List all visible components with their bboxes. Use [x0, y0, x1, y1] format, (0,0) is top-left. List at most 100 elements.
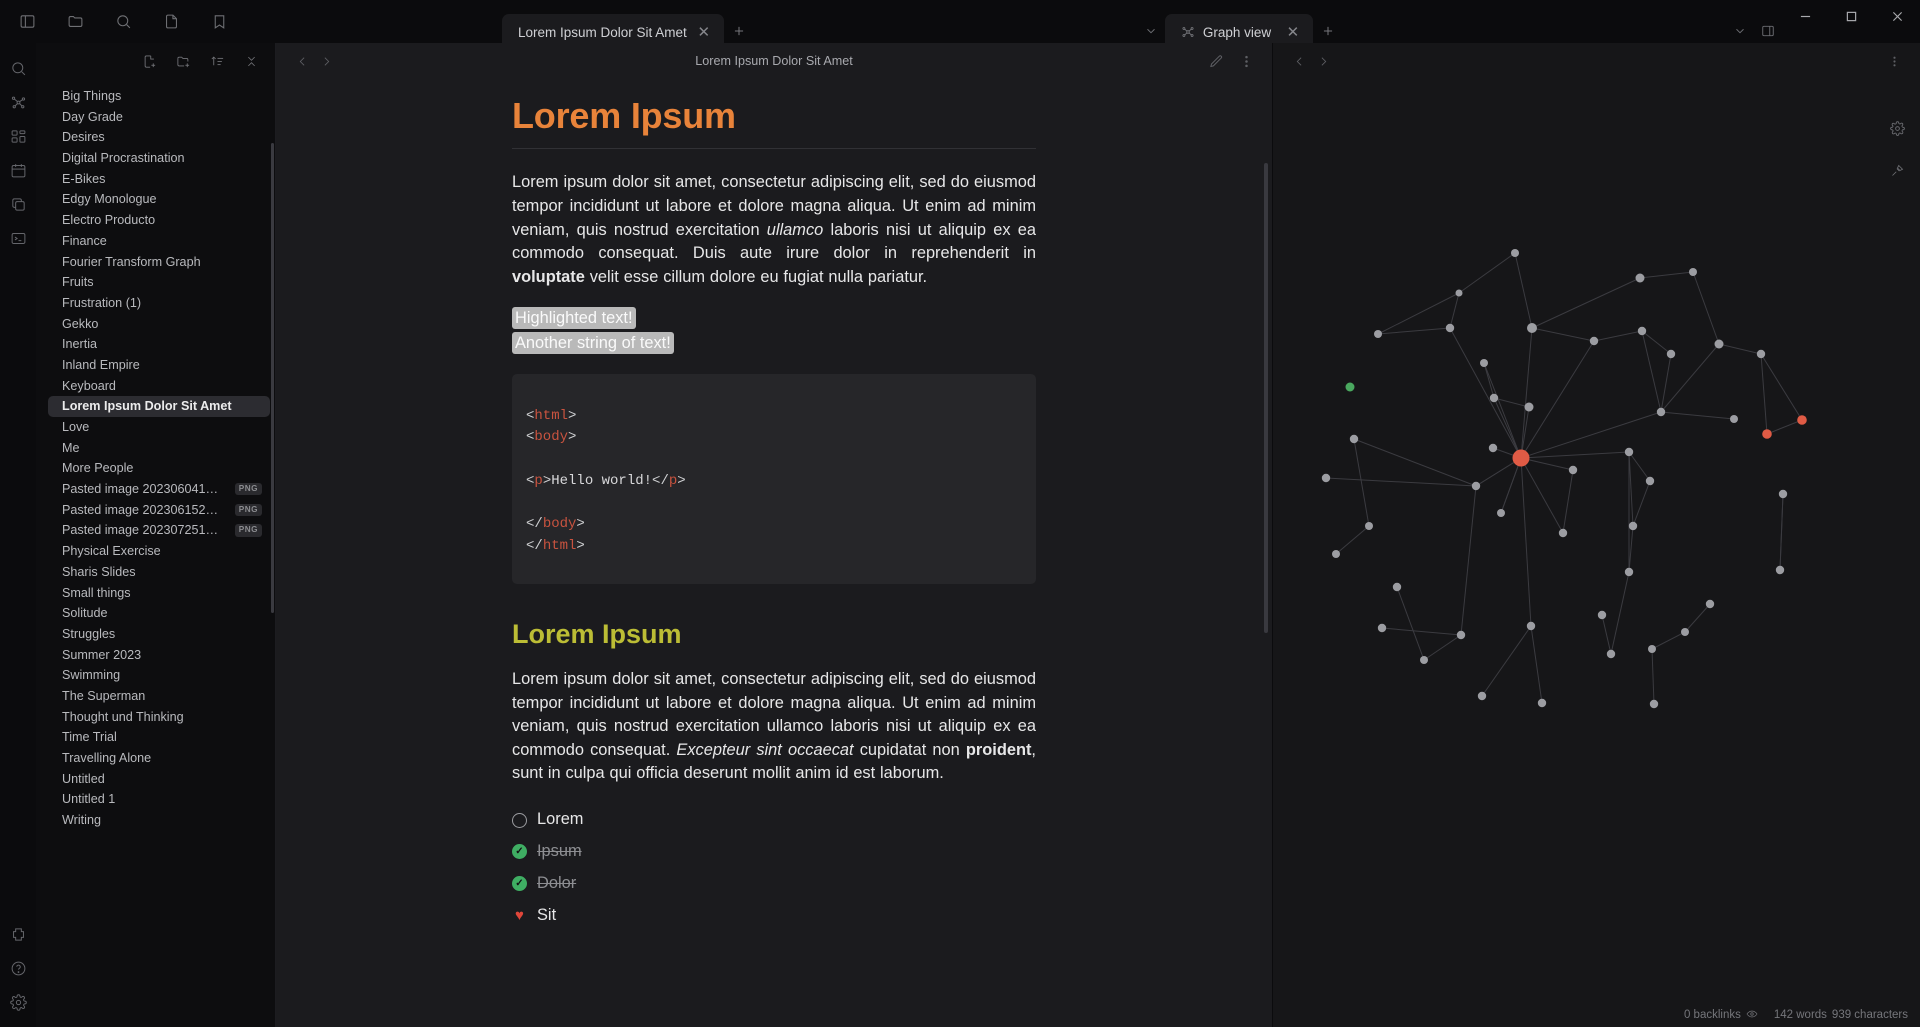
graph-node[interactable]: [1646, 477, 1654, 485]
search-icon[interactable]: [3, 53, 33, 83]
file-list-item[interactable]: Small things: [48, 582, 270, 603]
file-list-item[interactable]: Gekko: [48, 313, 270, 334]
file-list-item[interactable]: Edgy Monologue: [48, 189, 270, 210]
file-list-item[interactable]: Work: [48, 79, 270, 86]
new-note-icon[interactable]: [138, 50, 160, 72]
file-list-item[interactable]: Frustration (1): [48, 293, 270, 314]
graph-icon[interactable]: [3, 87, 33, 117]
file-list-item[interactable]: Inland Empire: [48, 355, 270, 376]
graph-node[interactable]: [1638, 327, 1646, 335]
canvas-icon[interactable]: [3, 121, 33, 151]
file-list[interactable]: WorkBig ThingsDay GradeDesiresDigital Pr…: [36, 79, 276, 1027]
file-list-item[interactable]: Love: [48, 417, 270, 438]
task-list-item[interactable]: Ipsum: [512, 836, 1036, 868]
minimize-button[interactable]: [1782, 0, 1828, 32]
graph-node[interactable]: [1757, 350, 1765, 358]
graph-node[interactable]: [1446, 324, 1454, 332]
graph-node[interactable]: [1776, 566, 1784, 574]
graph-node[interactable]: [1667, 350, 1675, 358]
graph-node[interactable]: [1513, 450, 1530, 467]
graph-node[interactable]: [1650, 700, 1658, 708]
graph-node[interactable]: [1629, 522, 1637, 530]
checkbox-checked-icon[interactable]: [512, 876, 527, 891]
bookmark-icon[interactable]: [202, 5, 236, 39]
graph-node[interactable]: [1607, 650, 1615, 658]
graph-node[interactable]: [1779, 490, 1787, 498]
graph-node[interactable]: [1478, 692, 1486, 700]
calendar-icon[interactable]: [3, 155, 33, 185]
note-scroll-area[interactable]: Lorem Ipsum Lorem ipsum dolor sit amet, …: [276, 79, 1272, 1027]
file-list-item[interactable]: Travelling Alone: [48, 748, 270, 769]
file-list-item[interactable]: Sharis Slides: [48, 562, 270, 583]
file-list-item[interactable]: Fruits: [48, 272, 270, 293]
note-scrollbar[interactable]: [1264, 163, 1268, 633]
graph-node[interactable]: [1350, 435, 1358, 443]
sort-icon[interactable]: [206, 50, 228, 72]
file-list-item[interactable]: Writing: [48, 810, 270, 831]
graph-node[interactable]: [1797, 415, 1807, 425]
graph-node[interactable]: [1365, 522, 1373, 530]
graph-node[interactable]: [1590, 337, 1598, 345]
terminal-icon[interactable]: [3, 223, 33, 253]
graph-node[interactable]: [1322, 474, 1330, 482]
settings-icon[interactable]: [1884, 115, 1910, 141]
file-list-item[interactable]: Electro Producto: [48, 210, 270, 231]
settings-icon[interactable]: [3, 987, 33, 1017]
graph-node[interactable]: [1689, 268, 1697, 276]
graph-node[interactable]: [1527, 622, 1535, 630]
restore-forces-icon[interactable]: [1884, 157, 1910, 183]
file-list-item[interactable]: Time Trial: [48, 727, 270, 748]
task-list-item[interactable]: Sit: [512, 900, 1036, 932]
file-list-item[interactable]: Thought und Thinking: [48, 706, 270, 727]
file-list-item[interactable]: More People: [48, 458, 270, 479]
file-list-item[interactable]: The Superman: [48, 686, 270, 707]
file-list-item[interactable]: Digital Procrastination: [48, 148, 270, 169]
close-icon[interactable]: ✕: [1283, 22, 1303, 42]
copy-icon[interactable]: [3, 189, 33, 219]
graph-node[interactable]: [1636, 274, 1645, 283]
graph-node[interactable]: [1715, 340, 1724, 349]
close-icon[interactable]: ✕: [694, 22, 714, 42]
navigate-forward-icon[interactable]: [314, 48, 338, 74]
graph-node[interactable]: [1625, 568, 1633, 576]
graph-node[interactable]: [1456, 290, 1463, 297]
explorer-scrollbar[interactable]: [271, 143, 274, 613]
file-list-item[interactable]: Untitled 1: [48, 789, 270, 810]
graph-node[interactable]: [1569, 466, 1577, 474]
graph-node[interactable]: [1681, 628, 1689, 636]
graph-node[interactable]: [1598, 611, 1606, 619]
file-list-item[interactable]: Lorem Ipsum Dolor Sit Amet: [48, 396, 270, 417]
file-list-item[interactable]: Fourier Transform Graph: [48, 251, 270, 272]
collapse-icon[interactable]: [240, 50, 262, 72]
file-list-item[interactable]: Inertia: [48, 334, 270, 355]
file-list-item[interactable]: Struggles: [48, 624, 270, 645]
graph-node[interactable]: [1374, 330, 1382, 338]
task-list-item[interactable]: Lorem: [512, 804, 1036, 836]
file-list-item[interactable]: Physical Exercise: [48, 541, 270, 562]
file-list-item[interactable]: Finance: [48, 231, 270, 252]
graph-node[interactable]: [1420, 656, 1428, 664]
heart-icon[interactable]: [512, 908, 527, 923]
graph-node[interactable]: [1472, 482, 1480, 490]
graph-node[interactable]: [1625, 448, 1633, 456]
file-list-item[interactable]: Pasted image 20230604180900PNG: [48, 479, 270, 500]
graph-navigate-back-icon[interactable]: [1287, 48, 1311, 74]
navigate-back-icon[interactable]: [290, 48, 314, 74]
graph-svg[interactable]: [1273, 79, 1920, 1003]
status-word-count[interactable]: 142 words 939 characters: [1774, 1009, 1908, 1021]
file-list-item[interactable]: Pasted image 20230615203730PNG: [48, 499, 270, 520]
file-list-item[interactable]: Untitled: [48, 768, 270, 789]
chevron-down-icon[interactable]: [62, 79, 73, 81]
graph-node[interactable]: [1538, 699, 1546, 707]
toggle-left-sidebar-icon[interactable]: [10, 5, 44, 39]
checkbox-checked-icon[interactable]: [512, 844, 527, 859]
graph-node[interactable]: [1346, 383, 1355, 392]
more-options-icon[interactable]: [1234, 48, 1258, 74]
file-list-item[interactable]: Solitude: [48, 603, 270, 624]
task-list-item[interactable]: Dolor: [512, 868, 1036, 900]
graph-node[interactable]: [1393, 583, 1401, 591]
graph-node[interactable]: [1730, 415, 1738, 423]
more-options-icon[interactable]: [1882, 48, 1906, 74]
file-list-item[interactable]: Pasted image 20230725101203PNG: [48, 520, 270, 541]
status-backlinks[interactable]: 0 backlinks: [1684, 1008, 1758, 1023]
